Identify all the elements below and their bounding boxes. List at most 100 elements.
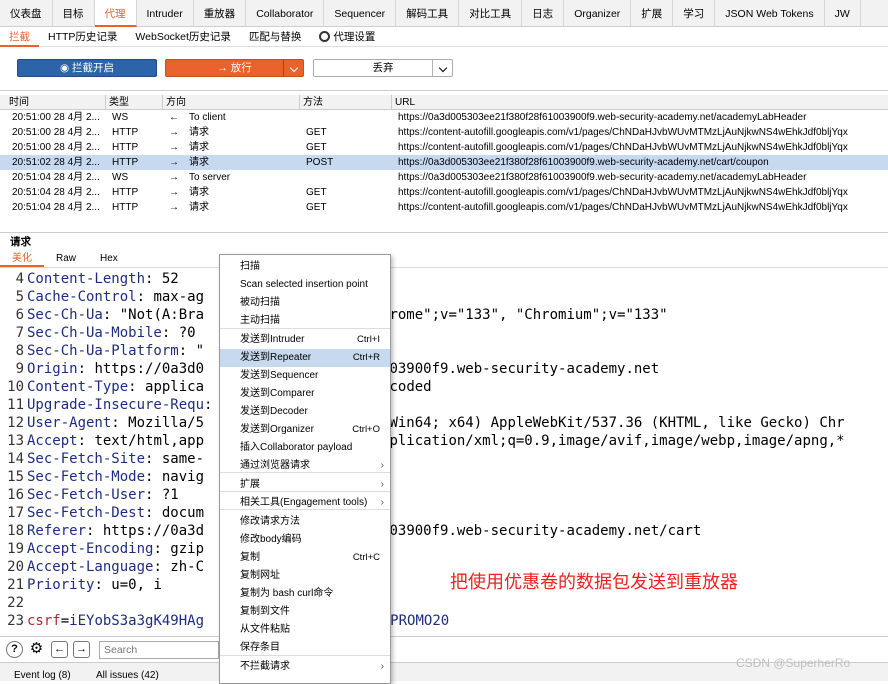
menu-item-1[interactable]: Scan selected insertion point [220, 276, 390, 294]
menu-item-9[interactable]: 发送到Organizer Ctrl+O [220, 421, 390, 439]
menu-item-11[interactable]: 通过浏览器请求 › [220, 457, 390, 475]
tab-match-replace[interactable]: 匹配与替换 [240, 27, 311, 47]
main-tab-7[interactable]: 解码工具 [396, 0, 460, 27]
drop-label: 丢弃 [372, 62, 394, 74]
main-tab-14[interactable]: JW [825, 0, 861, 27]
menu-item-17[interactable]: 复制网址 [220, 567, 390, 585]
main-tab-13[interactable]: JSON Web Tokens [715, 0, 825, 27]
drop-button[interactable]: 丢弃 [313, 59, 453, 77]
header-value: text/html,app application/xml;q=0.9,imag… [86, 433, 845, 449]
menu-item-20[interactable]: 从文件粘贴 [220, 621, 390, 639]
drop-dropdown-button[interactable] [432, 60, 452, 76]
main-tab-2[interactable]: 代理 [94, 0, 137, 27]
header-name: Accept-Language [27, 559, 154, 575]
direction-arrow-icon: → [169, 127, 179, 138]
main-tab-3[interactable]: Intruder [137, 0, 194, 27]
menu-item-19[interactable]: 复制到文件 [220, 603, 390, 621]
menu-item-7[interactable]: 发送到Comparer [220, 385, 390, 403]
main-tab-6[interactable]: Sequencer [324, 0, 397, 27]
code-line: 18 Referer: https://0a3d 1003900f9.web-se… [0, 522, 888, 540]
gear-icon[interactable]: ⚙ [28, 641, 45, 658]
menu-item-0[interactable]: 扫描 [220, 258, 390, 276]
menu-item-label: 发送到Organizer [240, 424, 314, 435]
chevron-right-icon: › [380, 661, 384, 672]
menu-item-label: 相关工具(Engagement tools) [240, 497, 368, 508]
cell-method [303, 110, 389, 125]
menu-item-8[interactable]: 发送到Decoder [220, 403, 390, 421]
menu-item-15[interactable]: 修改body编码 [220, 531, 390, 549]
menu-item-18[interactable]: 复制为 bash curl命令 [220, 585, 390, 603]
menu-item-label: 保存条目 [240, 642, 280, 653]
menu-item-label: 修改请求方法 [240, 516, 300, 527]
forward-button[interactable]: → 放行 [165, 59, 304, 77]
tab-http-history[interactable]: HTTP历史记录 [39, 27, 126, 47]
forward-dropdown-button[interactable] [283, 60, 303, 76]
table-header: 时间 类型 方向 方法 URL [0, 95, 888, 110]
menu-item-13[interactable]: 相关工具(Engagement tools) › [220, 494, 390, 512]
menu-item-5[interactable]: 发送到Repeater Ctrl+R [220, 349, 390, 367]
direction-arrow-icon: → [169, 187, 179, 198]
menu-item-10[interactable]: 插入Collaborator payload [220, 439, 390, 457]
menu-item-2[interactable]: 被动扫描 [220, 294, 390, 312]
tab-websocket-history[interactable]: WebSocket历史记录 [126, 27, 240, 47]
intercept-toggle-button[interactable]: ◉ 拦截开启 [17, 59, 157, 77]
arrow-right-icon[interactable]: → [73, 641, 90, 658]
all-issues-link[interactable]: All issues (42) [96, 670, 159, 681]
menu-item-14[interactable]: 修改请求方法 [220, 513, 390, 531]
table-row[interactable]: 20:51:00 28 4月 2... HTTP → 请求 GET https://con… [0, 125, 888, 140]
request-editor[interactable]: 4 Content-Length: 52 5 Cache-Control: max-a… [0, 270, 888, 636]
cell-direction: To client [189, 112, 226, 123]
line-number: 21 [7, 577, 24, 593]
param-value: iEYobS3a3gK49HAg [69, 613, 205, 629]
search-input[interactable]: Search [99, 641, 219, 659]
tab-intercept[interactable]: 拦截 [0, 27, 39, 47]
event-log-link[interactable]: Event log (8) [14, 670, 71, 681]
col-type[interactable]: 类型 [106, 95, 163, 110]
line-number: 12 [7, 415, 24, 431]
col-time[interactable]: 时间 [6, 95, 106, 110]
tab-proxy-settings[interactable]: 代理设置 [310, 27, 384, 47]
table-row[interactable]: 20:51:04 28 4月 2... HTTP → 请求 GET https://con… [0, 200, 888, 215]
cell-time: 20:51:00 28 4月 2... [12, 112, 100, 123]
menu-item-12[interactable]: 扩展 › [220, 476, 390, 494]
table-row[interactable]: 20:51:04 28 4月 2... HTTP → 请求 GET https://con… [0, 185, 888, 200]
table-row[interactable]: 20:51:04 28 4月 2... WS → To server https://0… [0, 170, 888, 185]
main-tab-5[interactable]: Collaborator [246, 0, 325, 27]
cell-method: POST [306, 157, 334, 168]
menu-item-4[interactable]: 发送到Intruder Ctrl+I [220, 331, 390, 349]
table-row[interactable]: 20:51:00 28 4月 2... WS ← To client https://0… [0, 110, 888, 125]
line-number: 18 [7, 523, 24, 539]
menu-item-label: Scan selected insertion point [240, 279, 368, 290]
table-row[interactable]: 20:51:02 28 4月 2... HTTP → 请求 POST https://0a… [0, 155, 888, 170]
col-direction[interactable]: 方向 [163, 95, 300, 110]
main-tab-11[interactable]: 扩展 [631, 0, 674, 27]
menu-item-3[interactable]: 主动扫描 [220, 312, 390, 330]
tab-pretty[interactable]: 美化 [0, 252, 44, 267]
menu-item-16[interactable]: 复制 Ctrl+C [220, 549, 390, 567]
main-tab-1[interactable]: 目标 [53, 0, 95, 27]
body-line: 23csrf=iEYobS3a3gK49HAgupon=PROMO20 [0, 612, 888, 630]
main-tab-9[interactable]: 日志 [522, 0, 565, 27]
line-number: 15 [7, 469, 24, 485]
tab-raw[interactable]: Raw [44, 252, 88, 267]
menu-item-6[interactable]: 发送到Sequencer [220, 367, 390, 385]
main-tab-12[interactable]: 学习 [673, 0, 716, 27]
col-method[interactable]: 方法 [300, 95, 392, 110]
main-tabs: 仪表盘 目标 代理 Intruder 重放器 Collaborator Sequencer 解… [0, 0, 888, 27]
table-row[interactable]: 20:51:00 28 4月 2... HTTP → 请求 GET https://con… [0, 140, 888, 155]
help-icon[interactable]: ? [6, 641, 23, 658]
menu-item-label: 复制网址 [240, 570, 280, 581]
main-tab-8[interactable]: 对比工具 [459, 0, 523, 27]
main-tab-10[interactable]: Organizer [564, 0, 632, 27]
arrow-left-icon[interactable]: ← [51, 641, 68, 658]
menu-item-label: 发送到Decoder [240, 406, 308, 417]
menu-item-22[interactable]: 不拦截请求 › [220, 658, 390, 676]
col-url[interactable]: URL [392, 95, 888, 110]
tab-hex[interactable]: Hex [88, 252, 130, 267]
menu-item-label: 扫描 [240, 261, 260, 272]
menu-item-21[interactable]: 保存条目 [220, 639, 390, 657]
menu-item-label: 主动扫描 [240, 315, 280, 326]
menu-item-label: 发送到Sequencer [240, 370, 319, 381]
main-tab-4[interactable]: 重放器 [194, 0, 247, 27]
main-tab-0[interactable]: 仪表盘 [0, 0, 53, 27]
